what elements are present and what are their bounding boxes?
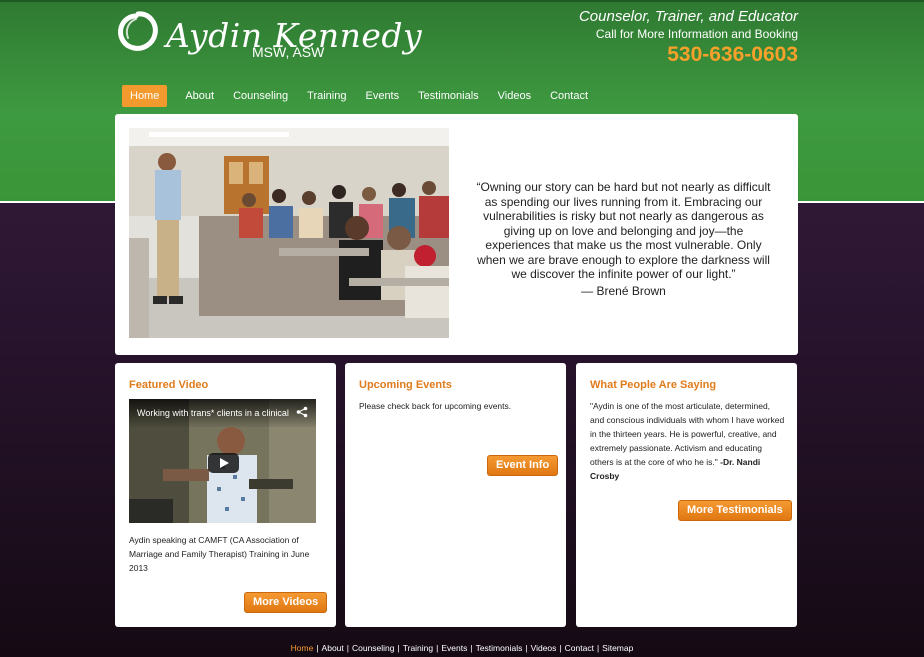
footer-separator: | [436,643,439,653]
upcoming-events-panel: Upcoming Events Please check back for up… [345,363,566,627]
footer-link-videos[interactable]: Videos [531,643,557,653]
nav-training[interactable]: Training [299,85,354,107]
event-info-button[interactable]: Event Info [487,455,559,476]
testimonial-quote: "Aydin is one of the most articulate, de… [590,399,786,483]
nav-contact[interactable]: Contact [542,85,596,107]
hero-quote: “Owning our story can be hard but not ne… [476,180,771,281]
footer-link-training[interactable]: Training [403,643,433,653]
upcoming-events-title: Upcoming Events [359,379,452,391]
classroom-photo [129,128,449,338]
footer-link-sitemap[interactable]: Sitemap [602,643,633,653]
footer-link-contact[interactable]: Contact [565,643,594,653]
featured-video-panel: Featured Video Working with trans* clien… [115,363,336,627]
more-videos-button[interactable]: More Videos [244,592,328,613]
featured-video-title: Featured Video [129,379,209,391]
footer-separator: | [596,643,600,653]
video-caption: Aydin speaking at CAMFT (CA Association … [129,535,310,573]
share-icon[interactable] [296,406,308,418]
call-info: Call for More Information and Booking [595,27,798,41]
play-icon[interactable] [208,453,239,473]
nav-events[interactable]: Events [357,85,407,107]
phone-number[interactable]: 530-636-0603 [667,43,798,67]
enso-circle-icon [118,11,158,51]
nav-videos[interactable]: Videos [490,85,539,107]
video-title[interactable]: Working with trans* clients in a clinica… [137,408,289,418]
nav-testimonials[interactable]: Testimonials [410,85,487,107]
nav-home[interactable]: Home [122,85,168,107]
main-nav: Home About Counseling Training Events Te… [122,85,596,107]
footer-link-testimonials[interactable]: Testimonials [476,643,523,653]
footer-link-counseling[interactable]: Counseling [352,643,395,653]
footer-link-events[interactable]: Events [441,643,467,653]
footer-separator: | [525,643,528,653]
testimonials-title: What People Are Saying [590,379,717,391]
upcoming-events-text: Please check back for upcoming events. [359,401,512,411]
site-logo[interactable]: Aydin Kennedy MSW, ASW [116,10,422,68]
logo-credentials: MSW, ASW [252,44,325,60]
footer-separator: | [346,643,349,653]
nav-about[interactable]: About [177,85,222,107]
tagline: Counselor, Trainer, and Educator [578,8,798,25]
footer-link-about[interactable]: About [322,643,344,653]
video-player[interactable]: Working with trans* clients in a clinica… [129,399,316,523]
footer-separator: | [397,643,400,653]
footer-separator: | [470,643,473,653]
nav-counseling[interactable]: Counseling [225,85,296,107]
more-testimonials-button[interactable]: More Testimonials [678,500,792,521]
footer-nav: Home | About | Counseling | Training | Events | Te… [0,643,924,653]
hero-panel: “Owning our story can be hard but not ne… [115,114,798,355]
footer-separator: | [559,643,562,653]
testimonials-panel: What People Are Saying "Aydin is one of … [576,363,797,627]
footer-link-home[interactable]: Home [291,643,314,653]
footer-separator: | [316,643,319,653]
hero-quote-author: — Brené Brown [581,284,666,298]
